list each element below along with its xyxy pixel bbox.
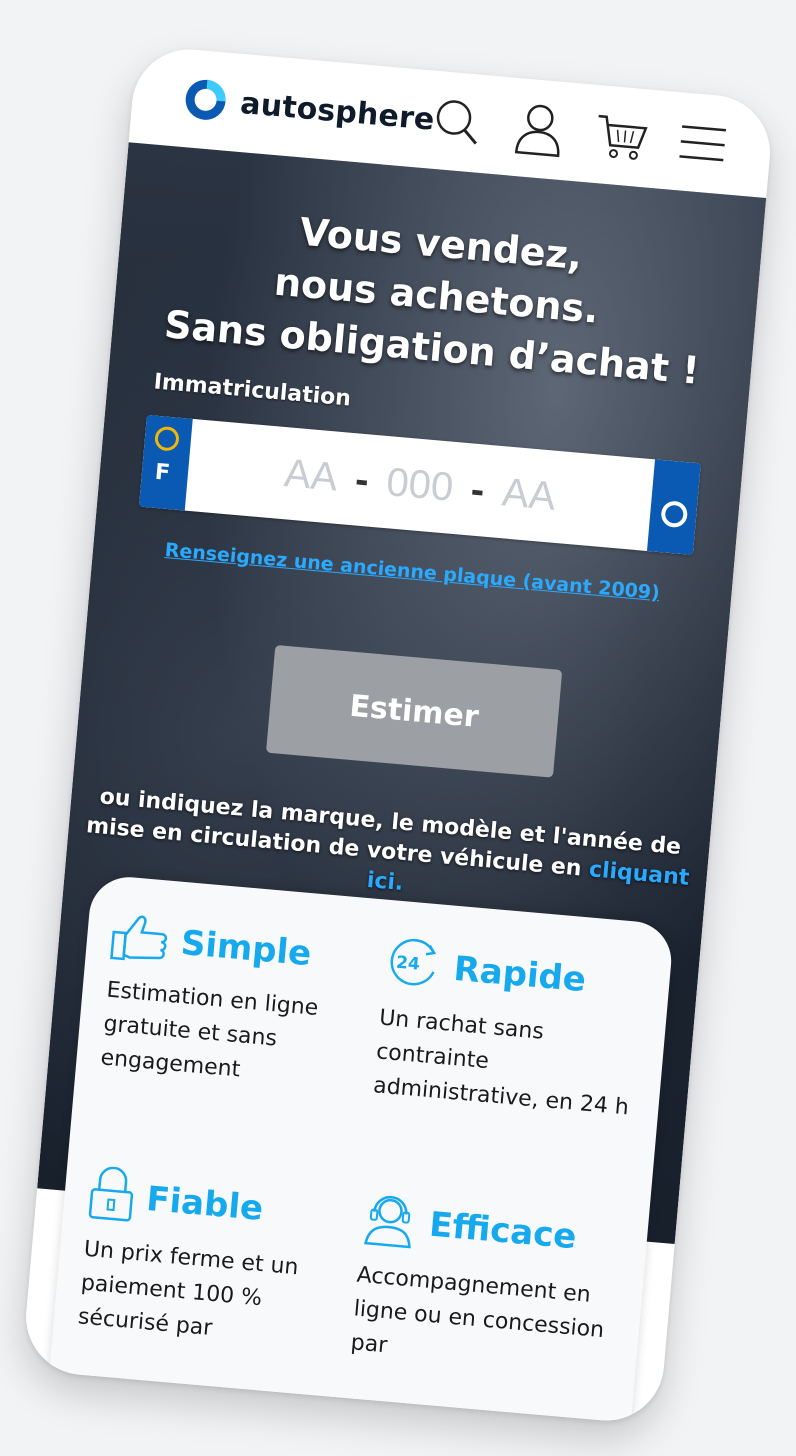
- license-plate-input[interactable]: F AA - 000 - AA: [138, 414, 701, 556]
- plate-label: Immatriculation: [152, 369, 352, 412]
- feature-description: Accompagnement en ligne ou en concession…: [349, 1262, 606, 1359]
- menu-icon[interactable]: [672, 112, 733, 175]
- plate-eu-band: F: [138, 414, 193, 511]
- nav-actions: [427, 91, 733, 175]
- brand-name: autosphere: [238, 85, 437, 138]
- plate-dash-1: -: [353, 456, 371, 502]
- thumbs-up-icon: [109, 910, 171, 969]
- eu-stars-icon: [153, 425, 180, 452]
- plate-dash-2: -: [469, 467, 487, 513]
- 24h-icon: 24: [382, 934, 445, 997]
- headset-icon: [359, 1189, 420, 1254]
- feature-title: Simple: [179, 922, 313, 975]
- lock-icon: [86, 1165, 137, 1227]
- estimate-button[interactable]: Estimer: [265, 644, 563, 778]
- user-icon[interactable]: [509, 98, 570, 161]
- brand-logo[interactable]: autosphere: [181, 75, 437, 143]
- cart-icon[interactable]: [591, 105, 652, 168]
- feature-description: Estimation en ligne gratuite et sans eng…: [99, 977, 320, 1083]
- autosphere-logo-icon: [181, 75, 231, 125]
- feature-description: Un rachat sans contrainte administrative…: [372, 1005, 630, 1121]
- feature-title: Rapide: [452, 948, 588, 1001]
- hero-title: Vous vendez, nous achetons. Sans obligat…: [111, 190, 762, 401]
- plate-part-2: 000: [384, 459, 456, 510]
- plate-region-band: [646, 459, 701, 556]
- svg-text:24: 24: [395, 953, 420, 975]
- phone-frame: autosphere Vous vendez, nous achetons. S…: [21, 44, 775, 1426]
- feature-description: Un prix ferme et un paiement 100 % sécur…: [76, 1236, 300, 1342]
- feature-title: Fiable: [144, 1178, 265, 1229]
- brand-ring-icon: [660, 500, 689, 529]
- feature-fiable: Fiable Un prix ferme et un paiement 100 …: [77, 1165, 361, 1358]
- feature-title: Efficace: [427, 1204, 579, 1258]
- plate-country-code: F: [153, 459, 172, 487]
- features-card: Simple Estimation en ligne gratuite et s…: [43, 873, 675, 1426]
- search-icon[interactable]: [427, 91, 488, 154]
- screen: autosphere Vous vendez, nous achetons. S…: [21, 44, 775, 1426]
- feature-rapide: 24 Rapide Un rachat sans contrainte admi…: [372, 934, 656, 1127]
- plate-placeholder[interactable]: AA - 000 - AA: [185, 419, 655, 551]
- plate-part-3: AA: [500, 469, 558, 519]
- feature-simple: Simple Estimation en ligne gratuite et s…: [99, 910, 382, 1099]
- plate-part-1: AA: [282, 450, 340, 500]
- feature-efficace: Efficace Accompagnement en ligne ou en c…: [349, 1189, 633, 1384]
